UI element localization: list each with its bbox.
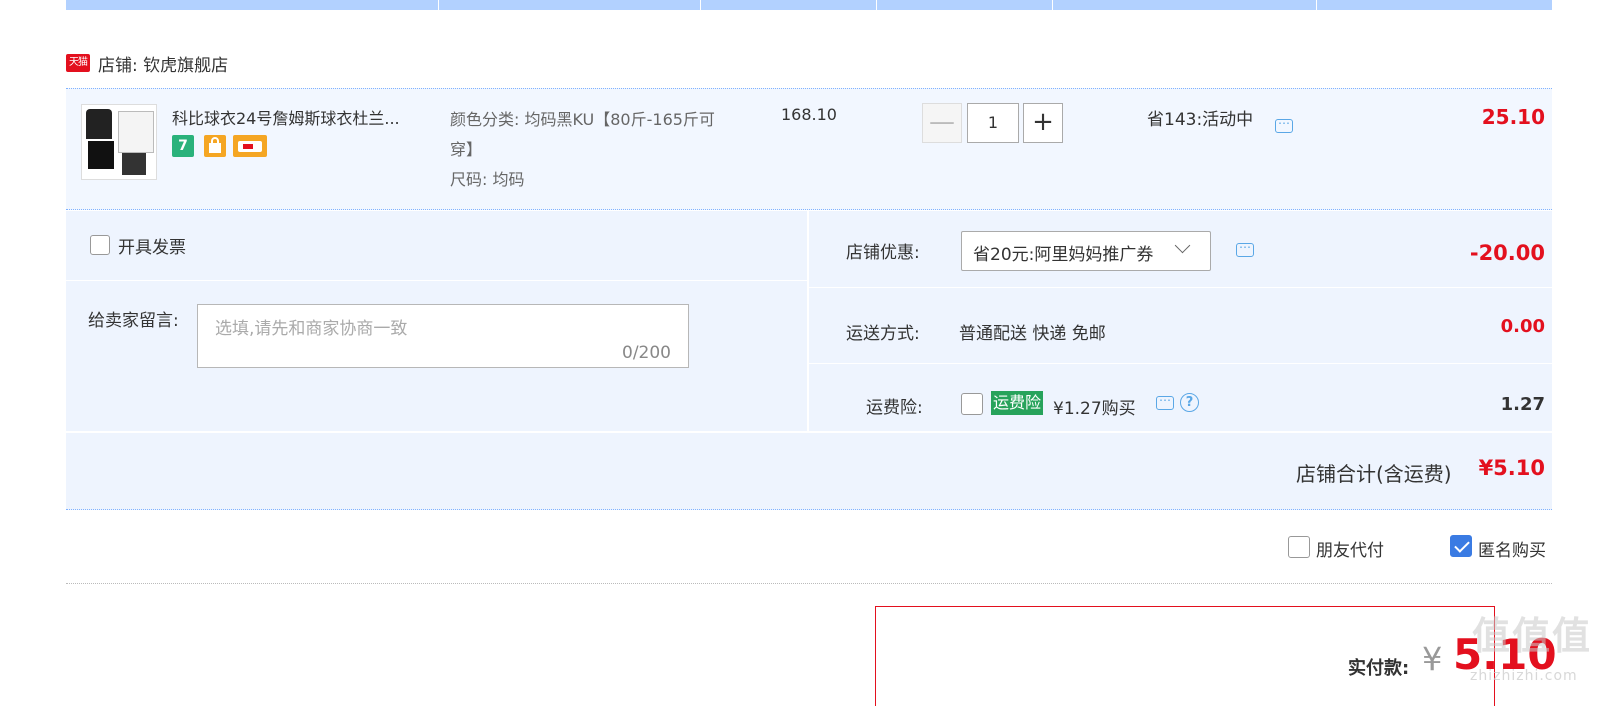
- shorts-image-part: [88, 141, 114, 169]
- quantity-decrease-button[interactable]: —: [922, 103, 962, 143]
- shipping-insurance-tag: 运费险: [991, 391, 1044, 415]
- shop-total-label: 店铺合计(含运费): [1296, 462, 1452, 486]
- watermark-text: zhizhizhi.com: [1470, 668, 1578, 684]
- sku-color: 颜色分类: 均码黑KU【80斤-165斤可穿】: [450, 110, 715, 159]
- item-subtotal: 25.10: [1481, 105, 1545, 129]
- shop-discount-selected[interactable]: 省20元:阿里妈妈推广券: [973, 240, 1153, 265]
- divider: [66, 583, 1552, 584]
- friend-pay-label[interactable]: 朋友代付: [1316, 536, 1384, 561]
- sku-size: 尺码: 均码: [450, 170, 525, 189]
- shipping-method: 普通配送 快递 免邮: [959, 324, 1106, 344]
- shop-discount-label: 店铺优惠:: [846, 243, 920, 263]
- shipping-amount: 0.00: [1500, 316, 1545, 337]
- quantity-input[interactable]: 1: [967, 103, 1019, 143]
- currency-symbol: ¥: [1422, 640, 1443, 678]
- anonymous-purchase-label[interactable]: 匿名购买: [1478, 536, 1546, 561]
- chat-icon[interactable]: [1236, 237, 1254, 257]
- product-title-link[interactable]: 科比球衣24号詹姆斯球衣杜兰...: [172, 105, 432, 129]
- invoice-checkbox[interactable]: [90, 235, 110, 255]
- shipping-insurance-checkbox[interactable]: [961, 393, 983, 415]
- bag-icon[interactable]: [204, 135, 226, 157]
- shipping-label: 运送方式:: [846, 324, 920, 344]
- invoice-label[interactable]: 开具发票: [118, 233, 186, 258]
- divider: [809, 287, 1552, 288]
- shipping-insurance-label: 运费险:: [866, 398, 923, 418]
- seller-message-label: 给卖家留言:: [88, 311, 179, 331]
- size-chart-image-part: [118, 111, 154, 153]
- unit-price: 168.10: [781, 105, 837, 124]
- product-thumbnail[interactable]: [81, 104, 157, 180]
- divider: [809, 363, 1552, 364]
- watermark-logo: 值值值: [1472, 614, 1593, 658]
- quantity-increase-button[interactable]: +: [1023, 103, 1063, 143]
- seller-message-placeholder: 选填,请先和商家协商一致: [215, 319, 408, 339]
- header-separator: [876, 0, 877, 10]
- table-header-bar: [66, 0, 1552, 10]
- friend-pay-checkbox[interactable]: [1288, 536, 1310, 558]
- shop-name-link[interactable]: 店铺: 钦虎旗舰店: [98, 51, 228, 76]
- jersey-image-part: [86, 109, 112, 139]
- model-leg-image-part: [122, 153, 146, 175]
- divider: [66, 280, 807, 281]
- chat-icon[interactable]: [1275, 113, 1293, 133]
- header-separator: [1052, 0, 1053, 10]
- shipping-insurance-price: ¥1.27购买: [1053, 399, 1136, 419]
- chat-icon[interactable]: [1156, 390, 1174, 410]
- card-icon[interactable]: [233, 135, 267, 157]
- anonymous-purchase-checkbox[interactable]: [1450, 535, 1472, 557]
- header-separator: [700, 0, 701, 10]
- header-separator: [438, 0, 439, 10]
- shipping-insurance-amount: 1.27: [1500, 394, 1545, 415]
- shop-total-value: ¥5.10: [1478, 456, 1545, 480]
- pay-amount-label: 实付款:: [1348, 658, 1410, 679]
- header-separator: [1316, 0, 1317, 10]
- seller-message-counter: 0/200: [622, 343, 671, 363]
- sku-info: 颜色分类: 均码黑KU【80斤-165斤可穿】 尺码: 均码: [450, 105, 730, 195]
- promotion-text: 省143:活动中: [1147, 110, 1254, 130]
- help-icon[interactable]: ?: [1180, 393, 1199, 412]
- seven-day-return-icon[interactable]: 7: [172, 135, 194, 157]
- shop-discount-amount: -20.00: [1469, 241, 1545, 265]
- tmall-logo-icon: 天猫: [66, 54, 90, 72]
